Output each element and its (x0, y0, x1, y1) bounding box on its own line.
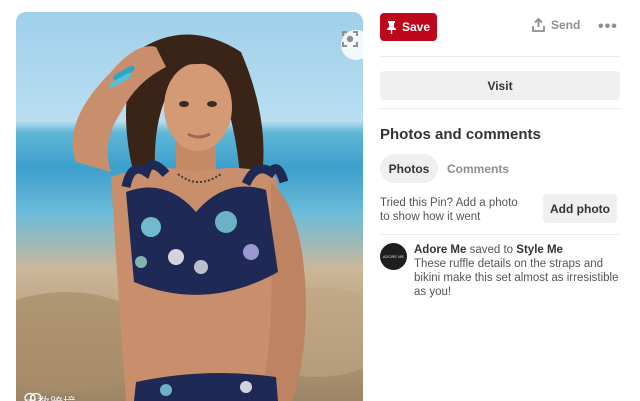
pin-icon (386, 20, 396, 34)
tab-comments-label: Comments (446, 161, 509, 176)
divider (380, 56, 620, 57)
send-button[interactable]: Send (532, 18, 580, 32)
visit-button[interactable]: Visit (380, 71, 620, 100)
board-name-link[interactable]: Style Me (516, 244, 563, 256)
send-button-label: Send (551, 18, 581, 32)
tried-pin-prompt: Tried this Pin? Add a photo to show how … (380, 197, 518, 223)
divider (380, 234, 620, 235)
avatar[interactable]: ADORE ME (380, 243, 407, 270)
saved-to-text: saved to (469, 244, 514, 256)
more-options-icon: ••• (598, 18, 618, 35)
watermark: 大数跨境 (24, 392, 76, 401)
tab-photos-label: Photos (388, 161, 430, 176)
visual-search-icon (342, 31, 358, 47)
save-button[interactable]: Save (380, 13, 437, 41)
pin-image[interactable]: 大数跨境 (16, 12, 363, 401)
avatar-text: ADORE ME (382, 254, 405, 259)
watermark-logo-icon (24, 392, 42, 401)
divider (380, 108, 620, 109)
pin-description: These ruffle details on the straps and b… (414, 258, 619, 298)
visit-button-label: Visit (487, 78, 513, 93)
save-button-label: Save (401, 20, 431, 34)
tab-comments[interactable]: Comments (442, 154, 514, 183)
saved-to-line: Adore Me saved to Style Me (414, 244, 563, 256)
visual-search-button[interactable] (341, 30, 363, 60)
share-upload-icon (532, 18, 545, 32)
add-photo-button[interactable]: Add photo (543, 194, 617, 223)
add-photo-button-label: Add photo (550, 201, 610, 216)
pinner-name-link[interactable]: Adore Me (414, 244, 466, 256)
pin-image-illustration (16, 34, 363, 401)
more-options-button[interactable]: ••• (598, 18, 618, 36)
section-title: Photos and comments (380, 126, 541, 143)
tab-photos[interactable]: Photos (380, 154, 438, 183)
